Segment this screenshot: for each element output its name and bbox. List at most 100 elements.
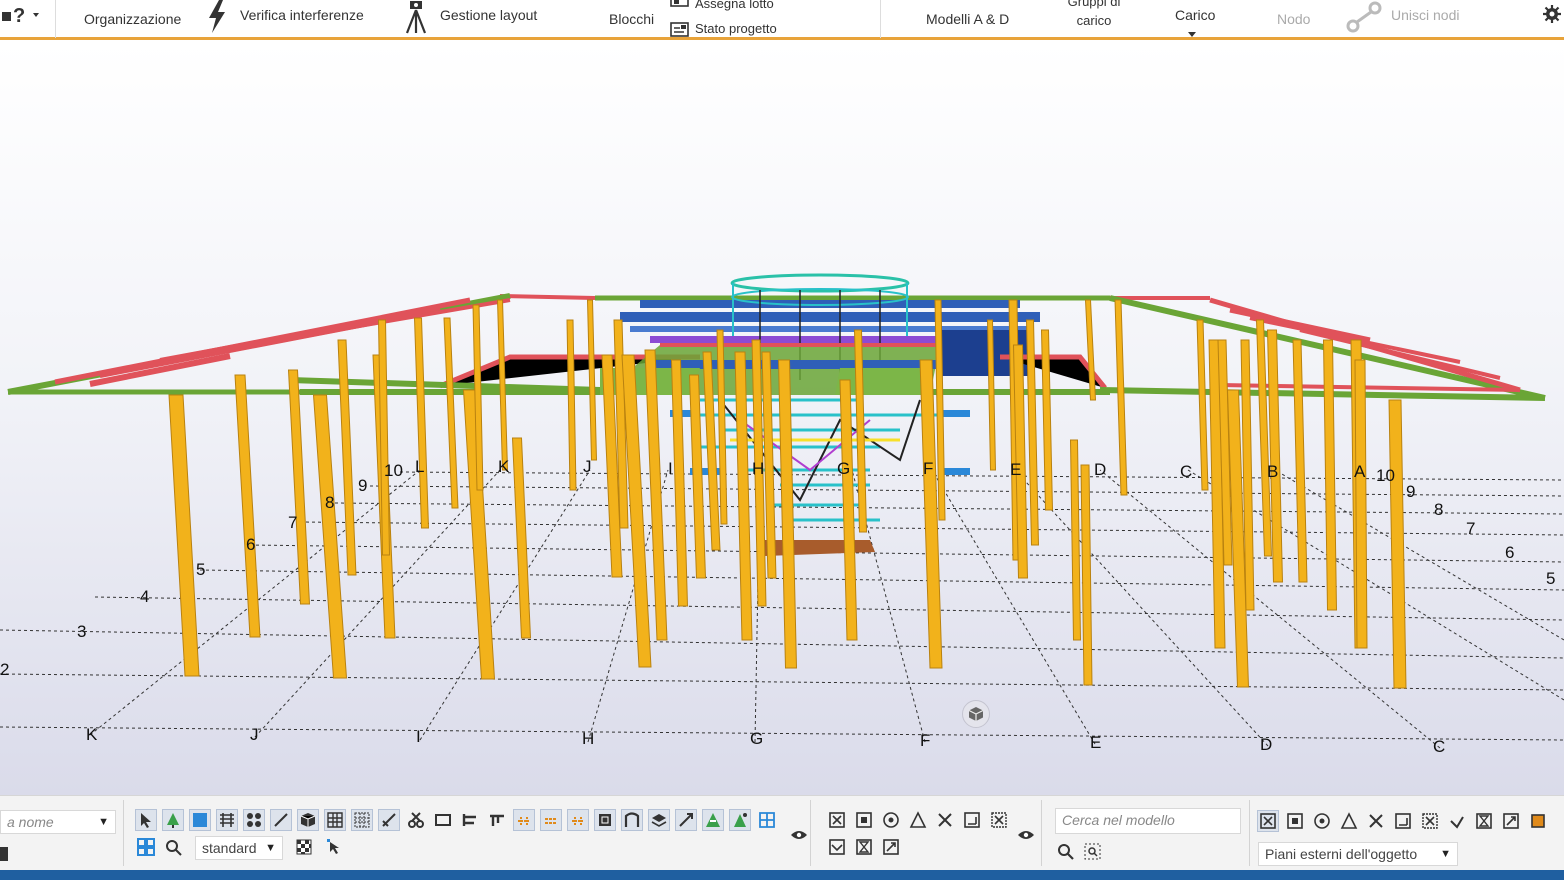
grid-label-back: K	[498, 457, 510, 476]
eye-icon[interactable]	[788, 824, 810, 846]
select-solid-icon[interactable]	[297, 809, 319, 831]
verifica-interferenze-button[interactable]: Verifica interferenze	[240, 7, 364, 23]
steel-column	[734, 351, 753, 641]
plane-circle-icon[interactable]	[1311, 810, 1333, 832]
select-bolt-icon[interactable]	[540, 809, 562, 831]
plane-triangle-icon[interactable]	[1338, 810, 1360, 832]
steel-column	[1292, 339, 1308, 583]
plane-hourglass-icon[interactable]	[1473, 810, 1495, 832]
select-load-group-icon[interactable]	[729, 809, 751, 831]
steel-column	[1084, 299, 1097, 401]
steel-column	[337, 339, 357, 576]
modelli-ad-button[interactable]: Modelli A & D	[926, 11, 1009, 27]
plane-ext-icon[interactable]	[1419, 810, 1441, 832]
grid-label-back: G	[837, 459, 850, 478]
grid-label-number-left: 8	[325, 493, 334, 512]
plane-perp-icon[interactable]	[1392, 810, 1414, 832]
plane-custom-icon[interactable]	[1527, 810, 1549, 832]
plane-cross-icon[interactable]	[1365, 810, 1387, 832]
select-weld-icon[interactable]	[378, 809, 400, 831]
assegna-lotto-button[interactable]: Assegna lotto	[695, 0, 774, 11]
gruppi-di-carico-button[interactable]: Gruppi di carico	[1054, 0, 1134, 30]
organizzazione-button[interactable]: Organizzazione	[84, 11, 181, 27]
carico-button[interactable]: Carico	[1175, 7, 1215, 23]
snap-line-icon[interactable]	[826, 836, 848, 858]
select-part-icon[interactable]	[189, 809, 211, 831]
gear-icon[interactable]	[1542, 4, 1562, 29]
application-window: ? Organizzazione Verifica interferenze G…	[0, 0, 1564, 880]
grid-label-number-left: 10	[384, 461, 403, 480]
gestione-layout-button[interactable]: Gestione layout	[440, 7, 537, 23]
grid-label-number-right: 7	[1466, 519, 1475, 538]
snap-extension-icon[interactable]	[988, 809, 1010, 831]
status-bar	[0, 870, 1564, 880]
snap-perpendicular-icon[interactable]	[961, 809, 983, 831]
grid-label-number-left: 7	[288, 513, 297, 532]
help-icon[interactable]: ?	[2, 2, 42, 30]
snap-center-icon[interactable]	[880, 809, 902, 831]
selection-mode-dropdown[interactable]: standard ▼	[195, 836, 283, 860]
select-reinforcement-icon[interactable]	[621, 809, 643, 831]
snap-intersection-icon[interactable]	[934, 809, 956, 831]
plane-box-icon[interactable]	[1257, 810, 1279, 832]
select-plate-icon[interactable]	[594, 809, 616, 831]
plane-tangent-icon[interactable]	[1446, 810, 1468, 832]
3d-model-viewport[interactable]: K J I H G F E D C L K J I H G F E D C B A 2 3 4 5 6 7 8 9 10 10 9 8 7 6 5	[0, 43, 1564, 795]
stato-progetto-button[interactable]: Stato progetto	[695, 21, 777, 36]
snap-free-icon[interactable]	[853, 836, 875, 858]
snap-midpoint-icon[interactable]	[907, 809, 929, 831]
select-load-icon[interactable]	[702, 809, 724, 831]
select-pour-icon[interactable]	[648, 809, 670, 831]
select-hole-icon[interactable]	[567, 809, 589, 831]
zoom-icon[interactable]	[162, 836, 184, 858]
grid-label-number-right: 8	[1434, 500, 1443, 519]
grid-label-number-right: 10	[1376, 466, 1395, 485]
select-component-icon[interactable]	[162, 809, 184, 831]
snap-planes-group: Piani esterni dell'oggetto ▼	[1254, 800, 1564, 866]
steel-column	[234, 374, 261, 638]
select-surface-icon[interactable]	[216, 809, 238, 831]
snap-planes-value: Piani esterni dell'oggetto	[1265, 846, 1418, 862]
lightning-icon	[205, 0, 229, 39]
search-group: Cerca nel modello	[1050, 800, 1250, 866]
select-view-icon[interactable]	[432, 809, 454, 831]
grid-label-number-left: 4	[140, 587, 149, 606]
snap-reference-icon[interactable]	[826, 809, 848, 831]
select-edge-icon[interactable]	[675, 809, 697, 831]
search-model-input[interactable]: Cerca nel modello	[1055, 808, 1241, 834]
select-beam-icon[interactable]	[486, 809, 508, 831]
eye-icon[interactable]	[1015, 824, 1037, 846]
snap-nearest-icon[interactable]	[880, 836, 902, 858]
name-filter-dropdown[interactable]: a nome ▼	[0, 810, 116, 834]
select-assembly-icon[interactable]	[135, 836, 157, 858]
selection-mode-value: standard	[202, 840, 257, 856]
view-cube-icon[interactable]	[962, 700, 990, 728]
select-arrow-icon[interactable]	[135, 809, 157, 831]
select-gridline-icon[interactable]	[351, 809, 373, 831]
select-cut-icon[interactable]	[405, 809, 427, 831]
select-line-icon[interactable]	[270, 809, 292, 831]
pointer-select-icon[interactable]	[324, 836, 346, 858]
search-area-icon[interactable]	[1082, 841, 1104, 863]
plane-diagonal-icon[interactable]	[1500, 810, 1522, 832]
steel-column	[511, 437, 532, 639]
ribbon-toolbar: ? Organizzazione Verifica interferenze G…	[0, 0, 1564, 40]
search-icon[interactable]	[1055, 841, 1077, 863]
select-reference-icon[interactable]	[756, 809, 778, 831]
select-column-icon[interactable]	[459, 809, 481, 831]
chevron-down-icon[interactable]	[1188, 25, 1196, 43]
chevron-down-icon: ▼	[98, 816, 109, 828]
unisci-nodi-button[interactable]: Unisci nodi	[1391, 7, 1459, 23]
select-grid-icon[interactable]	[324, 809, 346, 831]
trash-icon[interactable]	[0, 842, 14, 864]
grid-label-back: L	[415, 457, 424, 476]
nodo-button[interactable]: Nodo	[1277, 11, 1310, 27]
steel-column	[413, 317, 430, 529]
checker-icon[interactable]	[293, 836, 315, 858]
snap-geometry-icon[interactable]	[853, 809, 875, 831]
select-bolt-group-icon[interactable]	[513, 809, 535, 831]
select-points-icon[interactable]	[243, 809, 265, 831]
snap-planes-dropdown[interactable]: Piani esterni dell'oggetto ▼	[1258, 842, 1458, 866]
blocchi-button[interactable]: Blocchi	[609, 11, 654, 27]
plane-square-icon[interactable]	[1284, 810, 1306, 832]
